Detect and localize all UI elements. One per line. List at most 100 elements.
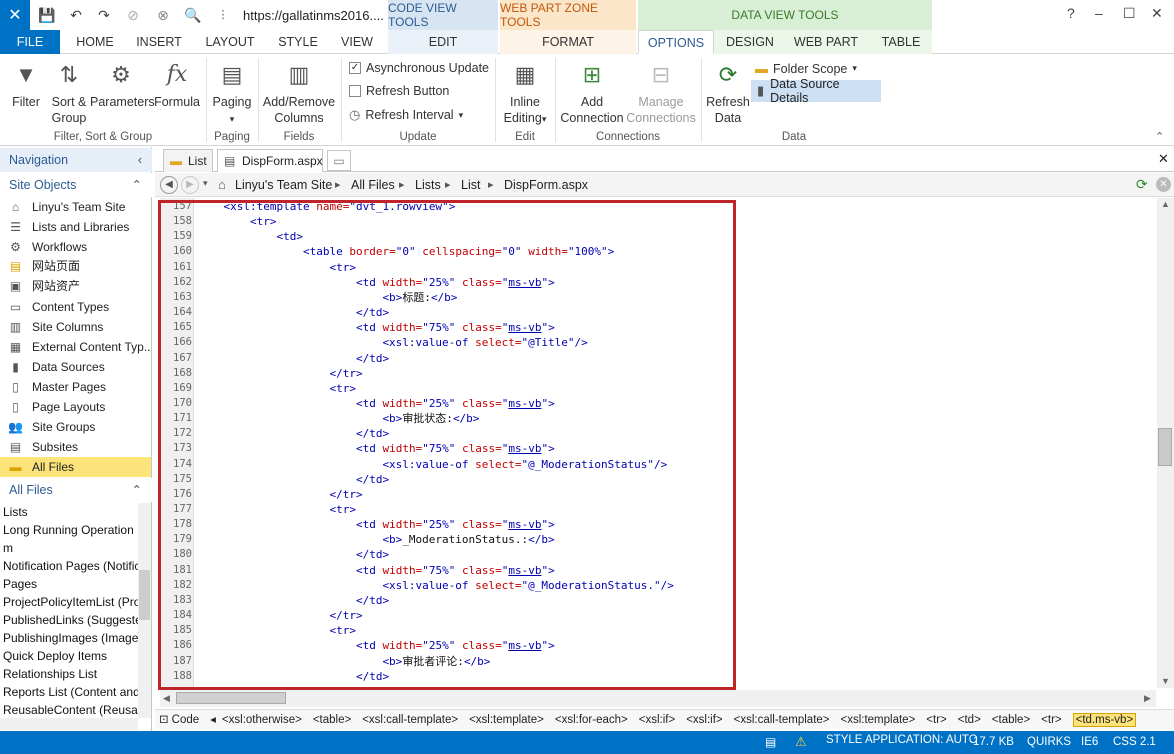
scroll-left-icon[interactable]: ◀ — [163, 693, 170, 704]
tab-edit[interactable]: EDIT — [388, 30, 498, 54]
code-line[interactable]: <td width="25%" class="ms-vb"> — [197, 275, 555, 290]
close-page-icon[interactable]: ⊗ — [154, 6, 172, 24]
file-list-item[interactable]: ReusableContent (Reusab — [0, 701, 138, 719]
code-line[interactable]: <td width="75%" class="ms-vb"> — [197, 320, 555, 335]
nav-item-site-assets[interactable]: ▣ 网站资产 — [0, 276, 151, 296]
manage-connections-button[interactable]: ⊟ Manage Connections — [626, 60, 696, 126]
breadcrumb-item[interactable]: Linyu's Team Site — [235, 173, 332, 197]
code-view-label[interactable]: Code — [172, 714, 200, 726]
close-window-button[interactable]: ✕ — [1151, 5, 1163, 22]
refresh-button-checkbox[interactable]: Refresh Button — [349, 84, 449, 98]
tag-crumb[interactable]: <table> — [992, 714, 1030, 726]
nav-item-team-site[interactable]: ⌂ Linyu's Team Site — [0, 197, 151, 217]
doc-tab-dispform[interactable]: ▤ DispForm.aspx — [217, 149, 323, 172]
chevron-up-icon[interactable]: ⌃ — [132, 478, 142, 502]
refresh-data-button[interactable]: ⟳ Refresh Data — [705, 60, 751, 126]
code-line[interactable]: <b>_ModerationStatus.:</b> — [197, 532, 554, 547]
file-list-item[interactable]: Long Running Operation — [0, 521, 138, 539]
forward-icon[interactable]: ▶ — [181, 176, 199, 194]
minimize-button[interactable]: ‒ — [1095, 5, 1103, 21]
code-view-icon[interactable]: ⊡ — [159, 714, 169, 726]
tag-crumb[interactable]: <xsl:for-each> — [555, 714, 628, 726]
breadcrumb-item[interactable]: List — [461, 173, 480, 197]
browser-schema-status[interactable]: IE6 — [1081, 731, 1098, 754]
file-list-item[interactable]: Pages — [0, 575, 138, 593]
collapse-pane-icon[interactable]: ‹ — [138, 148, 142, 172]
vertical-scroll-thumb[interactable] — [1158, 428, 1172, 466]
new-tab-icon[interactable]: ▭ — [327, 150, 351, 171]
tag-crumb[interactable]: <xsl:call-template> — [734, 714, 830, 726]
paging-button[interactable]: ▤ Paging ▾ — [210, 60, 254, 127]
redo-icon[interactable]: ↷ — [95, 6, 113, 24]
breadcrumb-item[interactable]: Lists — [415, 173, 441, 197]
code-line[interactable]: <xsl:value-of select="@_ModerationStatus… — [197, 457, 667, 472]
tag-crumb[interactable]: <xsl:template> — [469, 714, 544, 726]
refresh-interval-dropdown[interactable]: ◷ Refresh Interval ▾ — [349, 107, 463, 123]
tab-insert[interactable]: INSERT — [128, 30, 190, 54]
file-list-item[interactable]: PublishingImages (Images — [0, 629, 138, 647]
add-remove-columns-button[interactable]: ▥ Add/Remove Columns — [262, 60, 336, 126]
tag-crumb[interactable]: <table> — [313, 714, 351, 726]
code-line[interactable]: <tr> — [197, 623, 356, 638]
filter-button[interactable]: ▼ Filter — [4, 60, 48, 110]
page-status-icon[interactable]: ▤ — [765, 735, 776, 749]
code-line[interactable]: </td> — [197, 351, 389, 366]
nav-item-master-pages[interactable]: ▯ Master Pages — [0, 377, 151, 397]
code-line[interactable]: <tr> — [197, 260, 356, 275]
horizontal-scroll-thumb[interactable] — [176, 692, 286, 704]
tab-design[interactable]: DESIGN — [718, 30, 782, 54]
tab-web-part[interactable]: WEB PART — [786, 30, 866, 54]
tag-crumb[interactable]: <tr> — [1041, 714, 1061, 726]
tab-format[interactable]: FORMAT — [500, 30, 636, 54]
code-line[interactable]: </td> — [197, 472, 389, 487]
nav-item-content-types[interactable]: ▭ Content Types — [0, 297, 151, 317]
breadcrumb-item[interactable]: DispForm.aspx — [504, 173, 588, 197]
tab-view[interactable]: VIEW — [332, 30, 382, 54]
undo-icon[interactable]: ↶ — [67, 6, 85, 24]
save-icon[interactable]: 💾 — [38, 6, 56, 24]
formula-button[interactable]: fx Formula — [154, 60, 200, 110]
folder-scope-dropdown[interactable]: ▬ Folder Scope ▾ — [755, 61, 857, 76]
history-dropdown-icon[interactable]: ▾ — [203, 178, 208, 189]
code-line[interactable]: <tr> — [197, 502, 356, 517]
help-button[interactable]: ? — [1067, 5, 1075, 21]
code-line[interactable]: <xsl:value-of select="@Title"/> — [197, 335, 587, 350]
file-list-scroll-thumb[interactable] — [139, 570, 150, 620]
code-line[interactable]: </td> — [197, 593, 389, 608]
tag-crumb[interactable]: <xsl:otherwise> — [222, 714, 302, 726]
document-mode-status[interactable]: QUIRKS — [1027, 731, 1071, 754]
site-objects-header[interactable]: Site Objects ⌃ — [0, 173, 152, 197]
code-line[interactable]: <b>标题:</b> — [197, 290, 457, 305]
nav-item-all-files[interactable]: ▬ All Files — [0, 457, 151, 477]
nav-item-external-content-types[interactable]: ▦ External Content Typ... — [0, 337, 151, 357]
nav-item-site-columns[interactable]: ▥ Site Columns — [0, 317, 151, 337]
customize-qat-icon[interactable]: ⋮ — [214, 6, 232, 24]
tab-options[interactable]: OPTIONS — [638, 30, 714, 54]
tab-layout[interactable]: LAYOUT — [196, 30, 264, 54]
scroll-up-icon[interactable]: ▲ — [1161, 199, 1170, 209]
code-line[interactable]: </td> — [197, 305, 389, 320]
tab-table[interactable]: TABLE — [870, 30, 932, 54]
code-line[interactable]: </tr> — [197, 366, 362, 381]
code-line[interactable]: <td> — [197, 229, 303, 244]
code-line[interactable]: </td> — [197, 426, 389, 441]
file-list-item[interactable]: Reports List (Content and — [0, 683, 138, 701]
code-line[interactable]: <b>审批状态:</b> — [197, 411, 479, 426]
add-connection-button[interactable]: ⊞ Add Connection — [560, 60, 624, 126]
tag-crumb[interactable]: <tr> — [926, 714, 946, 726]
scroll-down-icon[interactable]: ▼ — [1161, 676, 1170, 686]
nav-item-page-layouts[interactable]: ▯ Page Layouts — [0, 397, 151, 417]
file-list-item[interactable]: Relationships List — [0, 665, 138, 683]
code-line[interactable]: <tr> — [197, 381, 356, 396]
nav-item-site-pages[interactable]: ▤ 网站页面 — [0, 256, 151, 276]
chevron-up-icon[interactable]: ⌃ — [132, 173, 142, 197]
tag-crumb[interactable]: <xsl:if> — [639, 714, 675, 726]
close-tab-icon[interactable]: ✕ — [1158, 151, 1169, 167]
nav-item-subsites[interactable]: ▤ Subsites — [0, 437, 151, 457]
code-line[interactable]: </tr> — [197, 608, 362, 623]
file-list-item[interactable]: Lists — [0, 503, 138, 521]
file-list-hscrollbar[interactable] — [0, 718, 138, 730]
code-line[interactable]: </td> — [197, 669, 389, 684]
tag-crumb[interactable]: <xsl:call-template> — [362, 714, 458, 726]
file-list-item[interactable]: PublishedLinks (Suggeste — [0, 611, 138, 629]
